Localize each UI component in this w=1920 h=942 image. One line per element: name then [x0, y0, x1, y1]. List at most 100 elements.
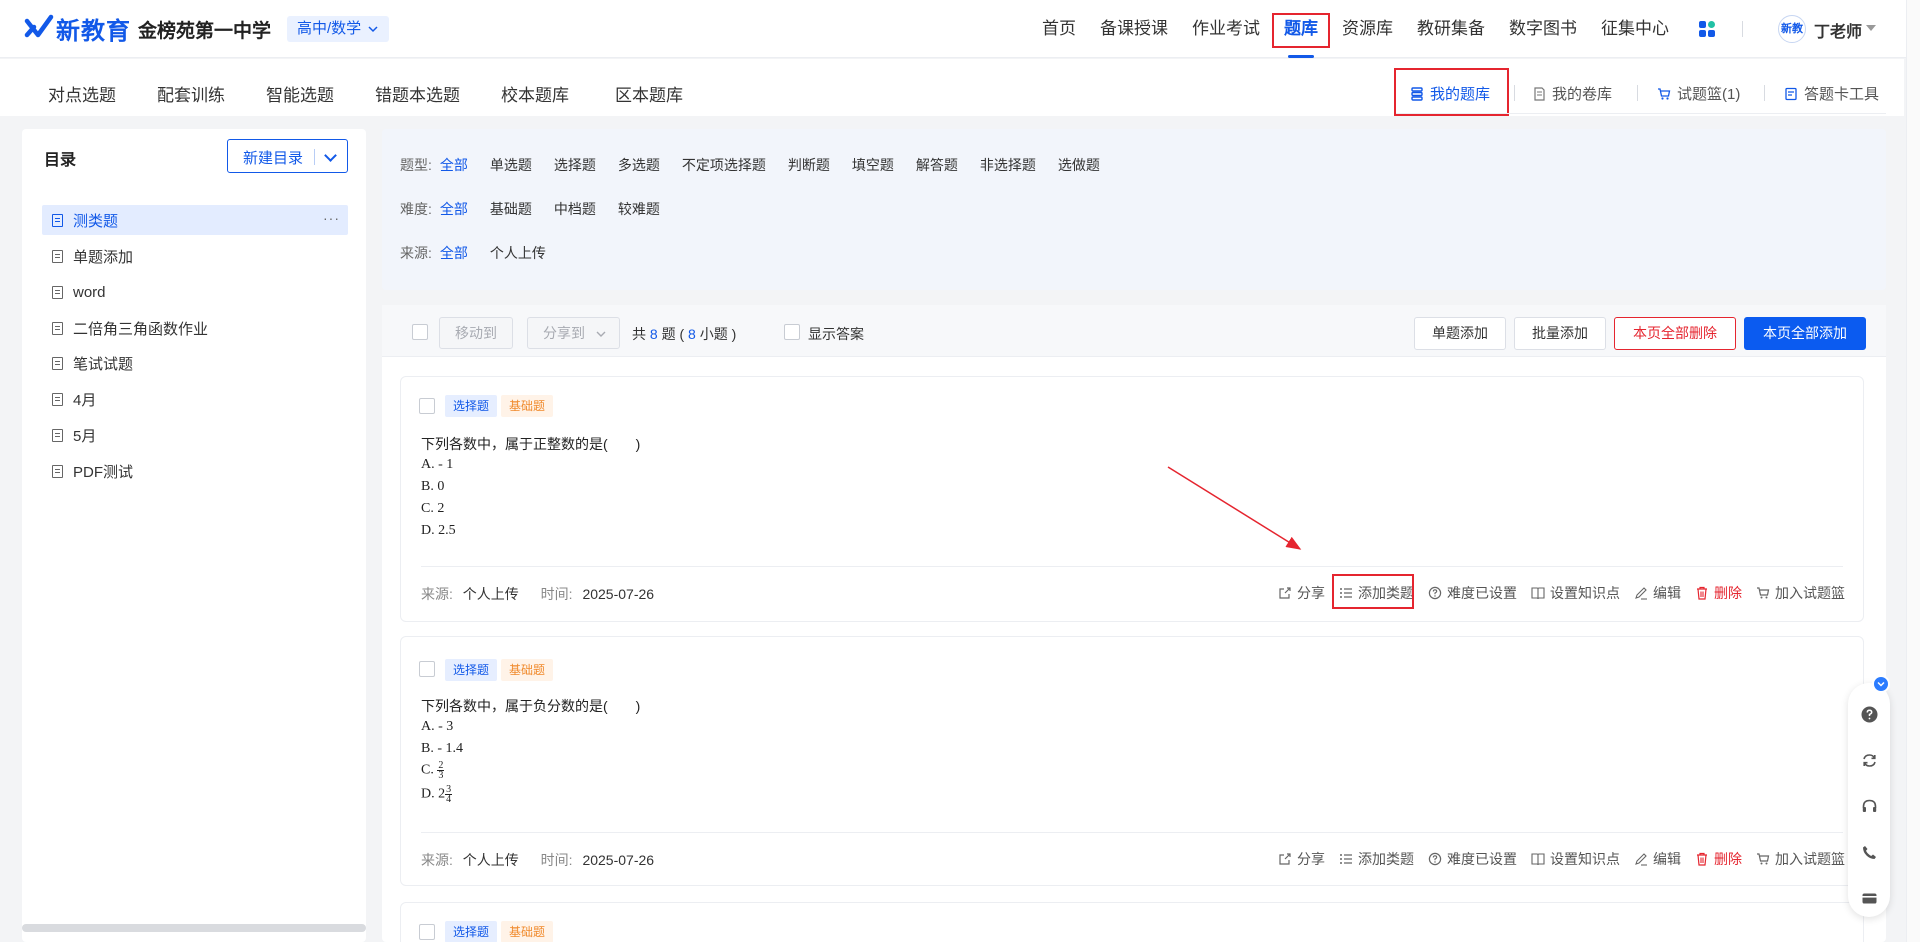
- logo[interactable]: 新教育: [24, 12, 131, 45]
- help-icon[interactable]: [1861, 706, 1878, 723]
- subnav-smart-select[interactable]: 智能选题: [266, 81, 334, 106]
- my-question-bank-link[interactable]: 我的题库: [1410, 83, 1490, 104]
- chevron-down-icon: [596, 331, 606, 337]
- subject-selector[interactable]: 高中/数学: [287, 16, 390, 42]
- add-basket-action[interactable]: 加入试题篮: [1756, 583, 1845, 603]
- select-all-checkbox[interactable]: [412, 324, 428, 340]
- more-icon[interactable]: ···: [323, 210, 340, 226]
- delete-action[interactable]: 删除: [1695, 849, 1742, 869]
- catalog-item-label: 测类题: [73, 212, 119, 230]
- knowledge-action[interactable]: 设置知识点: [1531, 583, 1620, 603]
- delete-action[interactable]: 删除: [1695, 583, 1742, 603]
- fraction-denominator: 4: [446, 794, 452, 805]
- question-checkbox[interactable]: [419, 398, 435, 414]
- single-add-button[interactable]: 单题添加: [1414, 317, 1506, 350]
- school-name: 金榜苑第一中学: [138, 21, 272, 42]
- subnav-training[interactable]: 配套训练: [157, 81, 225, 106]
- share-to-button[interactable]: 分享到: [527, 317, 620, 349]
- nav-question-bank[interactable]: 题库: [1272, 0, 1330, 58]
- filter-option[interactable]: 判断题: [788, 155, 830, 175]
- my-papers-link[interactable]: 我的卷库: [1532, 83, 1612, 104]
- cart-icon: [1658, 87, 1671, 100]
- catalog-item[interactable]: PDF测试: [42, 456, 348, 486]
- filter-option[interactable]: 非选择题: [980, 155, 1036, 175]
- question-checkbox[interactable]: [419, 661, 435, 677]
- filter-option[interactable]: 个人上传: [490, 243, 546, 263]
- filter-option[interactable]: 不定项选择题: [682, 155, 766, 175]
- catalog-item[interactable]: 笔试试题: [42, 348, 348, 378]
- filter-option[interactable]: 解答题: [916, 155, 958, 175]
- level-tag: 基础题: [501, 659, 554, 681]
- catalog-item[interactable]: 4月: [42, 384, 348, 414]
- question-checkbox[interactable]: [419, 924, 435, 940]
- add-basket-action[interactable]: 加入试题篮: [1756, 849, 1845, 869]
- nav-collection[interactable]: 征集中心: [1589, 0, 1681, 58]
- edit-action[interactable]: 编辑: [1634, 583, 1681, 603]
- type-tag: 选择题: [445, 921, 498, 942]
- username[interactable]: 丁老师: [1814, 18, 1862, 42]
- filter-option[interactable]: 多选题: [618, 155, 660, 175]
- show-answer-label[interactable]: 显示答案: [808, 324, 864, 344]
- add-category-action[interactable]: 添加类题: [1332, 574, 1414, 609]
- document-icon: [52, 249, 63, 263]
- headset-icon[interactable]: [1861, 798, 1878, 815]
- subnav-wrong-book[interactable]: 错题本选题: [375, 81, 460, 106]
- catalog-item[interactable]: 单题添加: [42, 241, 348, 271]
- refresh-icon[interactable]: [1861, 752, 1878, 769]
- answer-card-link[interactable]: 答题卡工具: [1784, 83, 1879, 104]
- filter-option[interactable]: 选择题: [554, 155, 596, 175]
- nav-homework[interactable]: 作业考试: [1180, 0, 1272, 58]
- vertical-scrollbar[interactable]: [1906, 0, 1920, 942]
- card-icon[interactable]: [1861, 890, 1878, 907]
- filter-option[interactable]: 全部: [440, 243, 468, 263]
- filter-option[interactable]: 全部: [440, 155, 468, 175]
- catalog-item-label: 4月: [73, 391, 97, 409]
- catalog-title: 目录: [44, 152, 77, 169]
- horizontal-scrollbar[interactable]: [22, 924, 366, 932]
- caret-down-icon[interactable]: [1866, 25, 1876, 31]
- time-label: 时间:: [540, 586, 573, 602]
- filter-option[interactable]: 基础题: [490, 199, 532, 219]
- nav-resources[interactable]: 资源库: [1330, 0, 1405, 58]
- question-card: 选择题 基础题: [400, 902, 1864, 942]
- subnav-school-bank[interactable]: 校本题库: [501, 81, 569, 106]
- subnav-district-bank[interactable]: 区本题库: [615, 81, 683, 106]
- question-basket-label: 试题篮(1): [1677, 86, 1741, 103]
- subnav-point-select[interactable]: 对点选题: [48, 81, 116, 106]
- share-action[interactable]: 分享: [1278, 849, 1325, 869]
- delete-page-button[interactable]: 本页全部删除: [1614, 317, 1736, 350]
- add-page-button[interactable]: 本页全部添加: [1744, 317, 1866, 350]
- difficulty-action[interactable]: 难度已设置: [1428, 583, 1517, 603]
- filter-option[interactable]: 较难题: [618, 199, 660, 219]
- collapse-badge-icon[interactable]: [1872, 675, 1890, 693]
- catalog-item[interactable]: 测类题 ···: [42, 205, 348, 235]
- catalog-item[interactable]: word: [42, 277, 348, 307]
- question-basket-link[interactable]: 试题篮(1): [1657, 83, 1740, 104]
- phone-icon[interactable]: [1861, 844, 1878, 861]
- move-to-button[interactable]: 移动到: [439, 317, 513, 349]
- batch-add-button[interactable]: 批量添加: [1514, 317, 1606, 350]
- nav-digital-books[interactable]: 数字图书: [1497, 0, 1589, 58]
- avatar[interactable]: 新教: [1778, 15, 1806, 43]
- add-category-action[interactable]: 添加类题: [1339, 849, 1414, 869]
- chevron-down-icon[interactable]: [324, 149, 337, 162]
- filter-option[interactable]: 单选题: [490, 155, 532, 175]
- apps-icon[interactable]: [1698, 20, 1716, 38]
- show-answer-checkbox[interactable]: [784, 324, 800, 340]
- filter-option[interactable]: 填空题: [852, 155, 894, 175]
- filter-option[interactable]: 全部: [440, 199, 468, 219]
- nav-lesson[interactable]: 备课授课: [1088, 0, 1180, 58]
- filter-option[interactable]: 中档题: [554, 199, 596, 219]
- nav-research[interactable]: 教研集备: [1405, 0, 1497, 58]
- catalog-item[interactable]: 二倍角三角函数作业: [42, 313, 348, 343]
- nav-home[interactable]: 首页: [1030, 0, 1088, 58]
- knowledge-action[interactable]: 设置知识点: [1531, 849, 1620, 869]
- new-directory-button[interactable]: 新建目录: [227, 139, 348, 173]
- annotation-highlight-box: [1332, 574, 1414, 609]
- share-action[interactable]: 分享: [1278, 583, 1325, 603]
- catalog-item[interactable]: 5月: [42, 420, 348, 450]
- filter-option[interactable]: 选做题: [1058, 155, 1100, 175]
- count-mid: 题 (: [661, 326, 685, 342]
- edit-action[interactable]: 编辑: [1634, 849, 1681, 869]
- difficulty-action[interactable]: 难度已设置: [1428, 849, 1517, 869]
